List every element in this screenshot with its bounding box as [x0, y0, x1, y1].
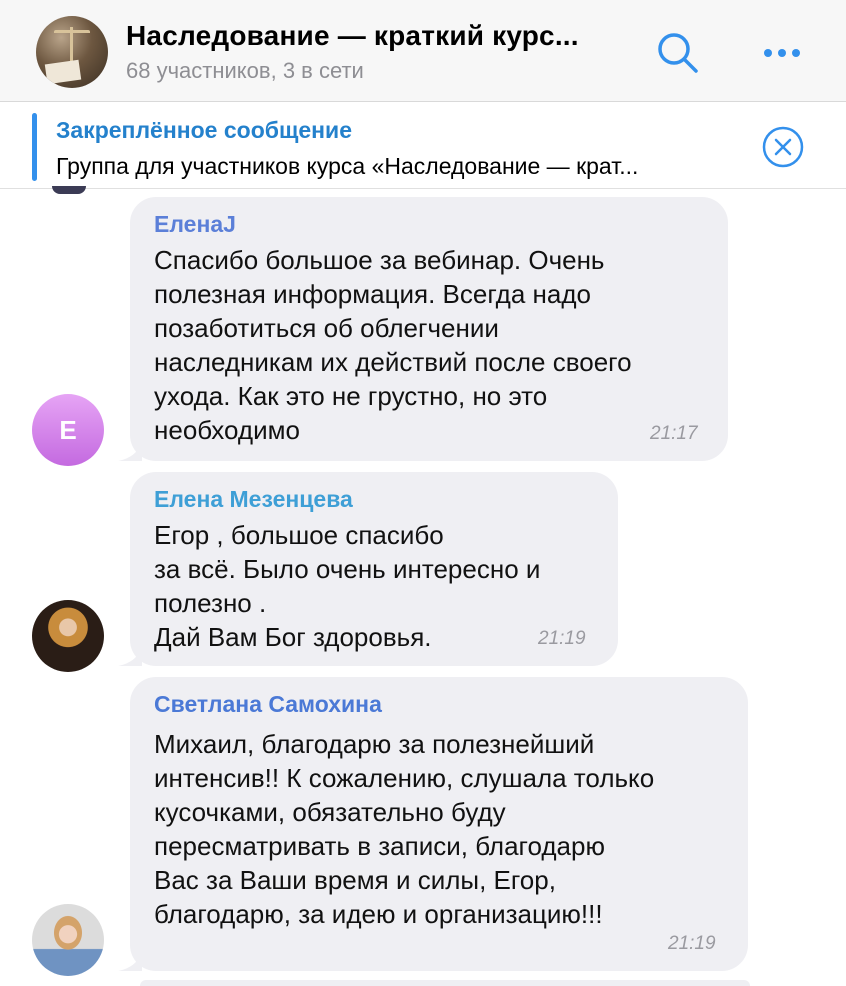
message-line: интенсив!! К сожалению, слушала только: [154, 763, 655, 793]
message-line: необходимо: [154, 415, 300, 445]
partial-message-bubble: [140, 980, 750, 986]
message-line: Вас за Ваши время и силы, Егор,: [154, 865, 556, 895]
avatar[interactable]: E: [32, 394, 104, 466]
message-line: Егор , большое спасибо: [154, 520, 444, 550]
search-button[interactable]: [652, 28, 702, 78]
search-icon: [658, 33, 698, 73]
close-circle-icon: [762, 126, 804, 168]
message-line: пересматривать в записи, благодарю: [154, 831, 605, 861]
partial-avatar: [52, 186, 86, 194]
message-line: кусочками, обязательно буду: [154, 797, 506, 827]
message-time: 21:19: [668, 933, 716, 954]
message-line: за всё. Было очень интересно и: [154, 554, 541, 584]
bubble-tail: [118, 439, 142, 461]
message-bubble[interactable]: ЕленаJ Спасибо большое за вебинар. Очень…: [118, 197, 728, 461]
chat-title[interactable]: Наследование — краткий курс...: [126, 20, 579, 52]
chat-header: Наследование — краткий курс... 68 участн…: [0, 0, 846, 102]
avatar[interactable]: [32, 600, 104, 672]
message-line: Михаил, благодарю за полезнейший: [154, 729, 595, 759]
message-author[interactable]: Елена Мезенцева: [154, 486, 353, 513]
pinned-text: Группа для участников курса «Наследовани…: [56, 153, 639, 179]
chat-subtitle: 68 участников, 3 в сети: [126, 58, 364, 83]
pinned-accent-bar: [32, 113, 37, 181]
message-time: 21:17: [650, 423, 698, 444]
message-bubble[interactable]: Светлана Самохина Михаил, благодарю за п…: [118, 677, 748, 971]
message-author[interactable]: ЕленаJ: [154, 211, 236, 238]
document-image: [44, 59, 82, 85]
pinned-title: Закреплённое сообщение: [56, 117, 352, 143]
avatar[interactable]: [32, 904, 104, 976]
message-bubble[interactable]: Елена Мезенцева Егор , большое спасибо з…: [118, 472, 618, 666]
message-line: Дай Вам Бог здоровья.: [154, 622, 432, 652]
message-line: благодарю, за идею и организацию!!!: [154, 899, 603, 929]
message-time: 21:19: [538, 628, 586, 649]
message-line: полезно .: [154, 588, 267, 618]
message-line: позаботиться об облегчении: [154, 313, 499, 343]
message-author[interactable]: Светлана Самохина: [154, 691, 382, 718]
message-line: Спасибо большое за вебинар. Очень: [154, 245, 605, 275]
pinned-message[interactable]: Закреплённое сообщение Группа для участн…: [0, 103, 846, 189]
group-avatar[interactable]: [36, 16, 108, 88]
bubble-tail: [118, 949, 142, 971]
pinned-close-button[interactable]: [760, 124, 806, 170]
more-icon: [764, 49, 800, 57]
message-line: наследникам их действий после своего: [154, 347, 632, 377]
message-line: ухода. Как это не грустно, но это: [154, 381, 548, 411]
bubble-tail: [118, 644, 142, 666]
message-line: полезная информация. Всегда надо: [154, 279, 591, 309]
scales-image: [54, 27, 90, 63]
more-button[interactable]: [758, 38, 808, 68]
